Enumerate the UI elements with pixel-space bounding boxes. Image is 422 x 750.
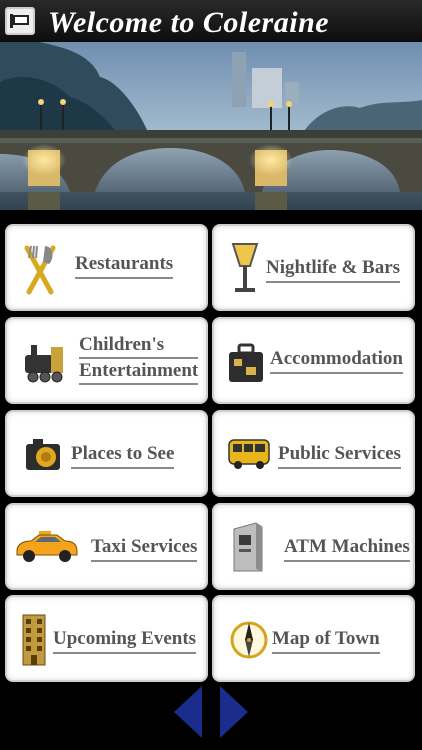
menu-item-public-services[interactable]: Public Services [212, 410, 415, 497]
atm-icon [233, 522, 263, 572]
menu-item-upcoming-events[interactable]: Upcoming Events [5, 595, 208, 682]
menu-label: Taxi Services [91, 535, 198, 562]
menu-item-map-of-town[interactable]: Map of Town [212, 595, 415, 682]
hero-photo [0, 42, 422, 210]
menu-item-atm-machines[interactable]: ATM Machines [212, 503, 415, 590]
camera-icon [26, 439, 60, 470]
page-title: Welcome to Coleraine [48, 6, 330, 39]
previous-page-button[interactable] [174, 686, 202, 738]
menu-item-nightlife[interactable]: Nightlife & Bars [212, 224, 415, 311]
menu-item-restaurants[interactable]: Restaurants [5, 224, 208, 311]
back-flag-icon [10, 14, 29, 28]
suitcase-icon [229, 343, 263, 382]
menu-label: Accommodation [270, 347, 403, 374]
menu-label: ATM Machines [284, 535, 410, 562]
fork-knife-icon [24, 245, 56, 295]
menu-label: Upcoming Events [53, 627, 197, 654]
back-button[interactable] [5, 7, 35, 35]
menu-item-places-to-see[interactable]: Places to See [5, 410, 208, 497]
header-bar: Welcome to Coleraine [0, 0, 422, 42]
menu-label: Map of Town [272, 627, 380, 654]
triangle-right-icon [220, 686, 248, 738]
cocktail-glass-icon [231, 243, 259, 292]
menu-label: Places to See [71, 442, 175, 469]
next-page-button[interactable] [220, 686, 248, 738]
building-icon [22, 614, 46, 666]
pager-nav [0, 686, 422, 742]
bus-icon [228, 439, 270, 469]
menu-item-accommodation[interactable]: Accommodation [212, 317, 415, 404]
taxi-icon [16, 531, 78, 562]
menu-label: Nightlife & Bars [266, 256, 401, 283]
menu-label: Restaurants [75, 252, 174, 279]
toy-train-icon [25, 345, 63, 383]
menu-item-childrens-entertainment[interactable]: Children's Entertainment [5, 317, 208, 404]
menu-item-taxi-services[interactable]: Taxi Services [5, 503, 208, 590]
menu-label-line1: Children's [79, 333, 199, 359]
compass-icon [230, 621, 268, 659]
triangle-left-icon [174, 686, 202, 738]
menu-label-line2: Entertainment [79, 359, 199, 385]
menu-label: Children's Entertainment [79, 333, 199, 386]
bridge-photo-illustration [0, 42, 422, 210]
menu-label: Public Services [278, 442, 401, 469]
